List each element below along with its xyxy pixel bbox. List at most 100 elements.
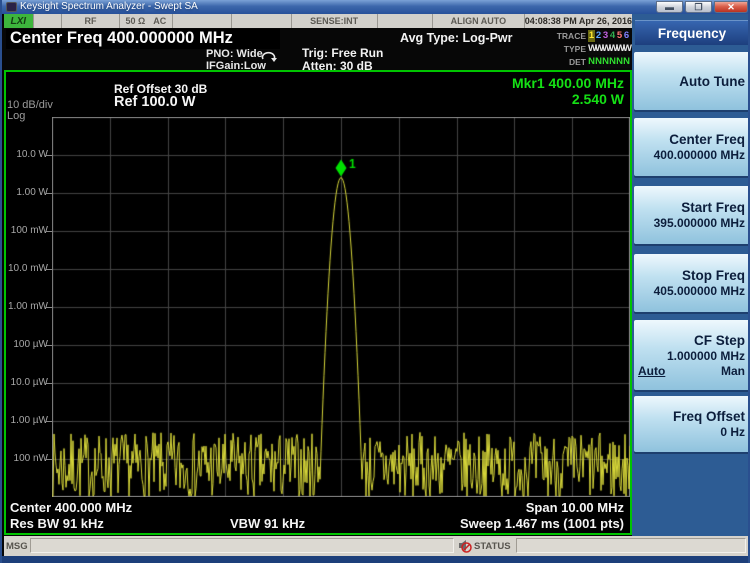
trace-detector: N (616, 56, 623, 68)
close-button[interactable]: ✕ (714, 1, 748, 13)
man-option[interactable]: Man (721, 364, 745, 378)
spectrum-plot (52, 117, 630, 497)
y-axis-label: 1.00 W (6, 187, 48, 198)
mute-status-icon (457, 538, 472, 558)
ref-level-annotation: Ref 100.0 W (114, 94, 195, 110)
message-field (30, 538, 454, 553)
trace-type: W (623, 43, 630, 55)
status-label: STATUS (474, 541, 511, 552)
det-row: DET NNNNNN (555, 55, 631, 68)
trace-detector: N (623, 56, 630, 68)
status-seg-blank2 (173, 14, 232, 28)
trace-detector: N (602, 56, 609, 68)
trace-type: W (602, 43, 609, 55)
trace-number[interactable]: 5 (616, 30, 623, 42)
auto-man-row: Auto Man (638, 364, 745, 378)
titlebar[interactable]: Keysight Spectrum Analyzer - Swept SA ▬ … (2, 0, 750, 14)
datetime-display: 04:08:38 PM Apr 26, 2016 (525, 14, 632, 28)
center-annotation: Center 400.000 MHz (10, 500, 132, 515)
trace-number[interactable]: 6 (623, 30, 630, 42)
close-icon: ✕ (715, 2, 747, 13)
trace-detector: N (588, 56, 595, 68)
softkey-stop-freq[interactable]: Stop Freq 405.000000 MHz (634, 254, 750, 312)
vbw-annotation: VBW 91 kHz (230, 516, 305, 531)
softkey-label: CF Step (638, 332, 745, 349)
softkey-cf-step[interactable]: CF Step 1.000000 MHz Auto Man (634, 320, 750, 390)
trace-detector: N (609, 56, 616, 68)
status-seg-blank1 (34, 14, 63, 28)
sweep-annotation: Sweep 1.467 ms (1001 pts) (324, 516, 624, 531)
minimize-button[interactable]: ▬ (656, 1, 683, 13)
trace-type: W (595, 43, 602, 55)
y-axis-label: 10.0 W (6, 149, 48, 160)
menu-title: Frequency (635, 20, 749, 45)
auto-option[interactable]: Auto (638, 364, 665, 378)
window-bottom-border (2, 556, 750, 563)
restore-icon: ❐ (686, 2, 711, 13)
pno-annotation: PNO: Wide (206, 48, 263, 60)
trace-type-cells: WWWWWW (588, 43, 630, 55)
trigger-annotation: Trig: Free Run (302, 46, 383, 60)
trace-table: TRACE 123456 TYPE WWWWWW DET NNNNNN (555, 29, 631, 68)
avg-type-annotation: Avg Type: Log-Pwr (400, 31, 513, 45)
softkey-start-freq[interactable]: Start Freq 395.000000 MHz (634, 186, 750, 244)
trace-number[interactable]: 2 (595, 30, 602, 42)
softkey-label: Start Freq (638, 199, 745, 216)
softkey-value: 395.000000 MHz (638, 216, 745, 231)
marker-amplitude-readout: 2.540 W (424, 91, 624, 107)
type-row: TYPE WWWWWW (555, 42, 631, 55)
trace-number[interactable]: 1 (588, 30, 595, 42)
spectrum-analyzer-window: Keysight Spectrum Analyzer - Swept SA ▬ … (0, 0, 750, 563)
minimize-icon: ▬ (657, 2, 682, 13)
y-axis-label: 1.00 µW (6, 415, 48, 426)
softkey-label: Freq Offset (638, 408, 745, 425)
status-field (516, 538, 746, 553)
msg-label: MSG (6, 541, 28, 552)
y-axis-label: 100 µW (6, 339, 48, 350)
trace-type: W (588, 43, 595, 55)
rbw-annotation: Res BW 91 kHz (10, 516, 104, 531)
trace-type: W (616, 43, 623, 55)
softkey-freq-offset[interactable]: Freq Offset 0 Hz (634, 396, 750, 452)
instrument-status-strip: LXI RF 50 Ω AC SENSE:INT ALIGN AUTO 04:0… (4, 14, 632, 28)
status-seg-blank4 (378, 14, 433, 28)
y-axis-label: 1.00 mW (6, 301, 48, 312)
trace-number[interactable]: 4 (609, 30, 616, 42)
impedance-indicator: 50 Ω (126, 16, 146, 26)
center-freq-readout: Center Freq 400.000000 MHz (6, 29, 280, 49)
scale-type-annotation: Log (7, 110, 25, 122)
trace-type: W (609, 43, 616, 55)
softkey-label: Stop Freq (638, 267, 745, 284)
y-axis-label: 100 mW (6, 225, 48, 236)
trace-canvas (52, 117, 630, 497)
marker-freq-readout: Mkr1 400.00 MHz (424, 75, 624, 91)
align-indicator: ALIGN AUTO (433, 14, 525, 28)
restore-button[interactable]: ❐ (685, 1, 712, 13)
softkey-label: Center Freq (638, 131, 745, 148)
trace-row-label: TRACE (555, 31, 588, 41)
det-row-label: DET (555, 57, 588, 67)
softkey-center-freq[interactable]: Center Freq 400.000000 MHz (634, 118, 750, 176)
trace-row: TRACE 123456 (555, 29, 631, 42)
span-annotation: Span 10.00 MHz (374, 500, 624, 515)
y-axis-label: 10.0 µW (6, 377, 48, 388)
softkey-value: 405.000000 MHz (638, 284, 745, 299)
y-axis-label: 100 nW (6, 453, 48, 464)
softkey-auto-tune[interactable]: Auto Tune (634, 52, 750, 110)
softkey-value: 400.000000 MHz (638, 148, 745, 163)
softkey-value: 0 Hz (638, 425, 745, 440)
trace-detector: N (595, 56, 602, 68)
softkey-label: Auto Tune (638, 73, 745, 90)
app-icon (6, 2, 17, 12)
softkey-value: 1.000000 MHz (638, 349, 745, 364)
status-seg-blank3 (232, 14, 291, 28)
coupling-indicator: AC (153, 16, 166, 26)
rf-indicator: RF (62, 14, 119, 28)
trace-det-cells: NNNNNN (588, 56, 630, 68)
window-title: Keysight Spectrum Analyzer - Swept SA (20, 1, 198, 12)
trace-number[interactable]: 3 (602, 30, 609, 42)
input-coupling-seg: 50 Ω AC (120, 14, 174, 28)
trace-number-cells: 123456 (588, 30, 630, 42)
sense-indicator: SENSE:INT (292, 14, 378, 28)
type-row-label: TYPE (555, 44, 588, 54)
